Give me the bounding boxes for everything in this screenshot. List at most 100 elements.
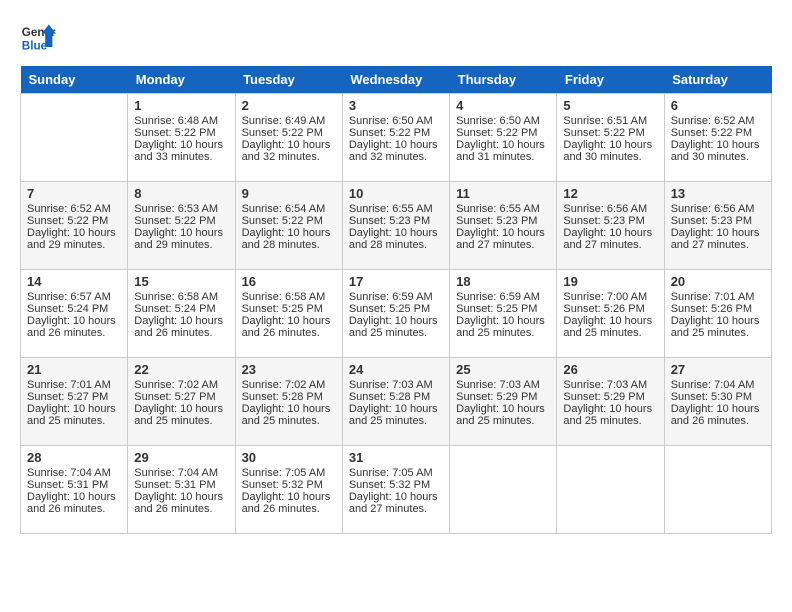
day-info: Sunset: 5:22 PM <box>456 127 550 139</box>
day-info: Sunset: 5:22 PM <box>242 127 336 139</box>
calendar-cell: 5Sunrise: 6:51 AMSunset: 5:22 PMDaylight… <box>557 94 664 182</box>
page-header: General Blue <box>20 20 772 56</box>
day-info: Sunrise: 7:04 AM <box>671 379 765 391</box>
day-info: Daylight: 10 hours <box>563 403 657 415</box>
day-info: Sunrise: 6:55 AM <box>456 203 550 215</box>
day-info: Sunset: 5:23 PM <box>456 215 550 227</box>
day-info: Sunset: 5:24 PM <box>27 303 121 315</box>
day-info: Sunset: 5:25 PM <box>242 303 336 315</box>
day-info: and 27 minutes. <box>349 503 443 515</box>
day-info: Sunrise: 6:56 AM <box>563 203 657 215</box>
day-info: Daylight: 10 hours <box>349 491 443 503</box>
day-info: Daylight: 10 hours <box>456 403 550 415</box>
day-info: Daylight: 10 hours <box>134 491 228 503</box>
day-info: and 27 minutes. <box>563 239 657 251</box>
day-info: and 26 minutes. <box>134 327 228 339</box>
calendar-cell: 29Sunrise: 7:04 AMSunset: 5:31 PMDayligh… <box>128 446 235 534</box>
day-info: Sunrise: 7:04 AM <box>134 467 228 479</box>
day-info: Sunset: 5:31 PM <box>134 479 228 491</box>
day-number: 28 <box>27 450 121 465</box>
day-info: Daylight: 10 hours <box>671 315 765 327</box>
day-info: Sunset: 5:28 PM <box>242 391 336 403</box>
day-info: Daylight: 10 hours <box>563 227 657 239</box>
day-info: Sunrise: 6:51 AM <box>563 115 657 127</box>
day-info: Daylight: 10 hours <box>456 139 550 151</box>
day-info: Sunrise: 7:03 AM <box>563 379 657 391</box>
day-info: and 27 minutes. <box>671 239 765 251</box>
day-number: 9 <box>242 186 336 201</box>
day-info: Sunset: 5:23 PM <box>349 215 443 227</box>
day-info: Sunrise: 6:56 AM <box>671 203 765 215</box>
day-number: 11 <box>456 186 550 201</box>
day-info: Daylight: 10 hours <box>27 491 121 503</box>
day-info: Sunrise: 6:53 AM <box>134 203 228 215</box>
day-info: Daylight: 10 hours <box>671 227 765 239</box>
day-info: Daylight: 10 hours <box>27 403 121 415</box>
calendar-cell: 2Sunrise: 6:49 AMSunset: 5:22 PMDaylight… <box>235 94 342 182</box>
day-number: 14 <box>27 274 121 289</box>
calendar-cell: 7Sunrise: 6:52 AMSunset: 5:22 PMDaylight… <box>21 182 128 270</box>
day-info: and 28 minutes. <box>349 239 443 251</box>
day-info: Sunrise: 6:50 AM <box>456 115 550 127</box>
day-number: 15 <box>134 274 228 289</box>
day-info: Daylight: 10 hours <box>349 227 443 239</box>
day-info: and 25 minutes. <box>563 327 657 339</box>
day-info: and 33 minutes. <box>134 151 228 163</box>
calendar-cell: 23Sunrise: 7:02 AMSunset: 5:28 PMDayligh… <box>235 358 342 446</box>
calendar-cell <box>450 446 557 534</box>
day-number: 18 <box>456 274 550 289</box>
day-info: and 25 minutes. <box>27 415 121 427</box>
day-number: 17 <box>349 274 443 289</box>
day-number: 13 <box>671 186 765 201</box>
day-info: Sunrise: 6:52 AM <box>27 203 121 215</box>
day-info: and 26 minutes. <box>27 327 121 339</box>
day-info: Sunrise: 6:58 AM <box>134 291 228 303</box>
calendar-cell: 19Sunrise: 7:00 AMSunset: 5:26 PMDayligh… <box>557 270 664 358</box>
day-info: Sunrise: 7:00 AM <box>563 291 657 303</box>
day-info: Sunset: 5:30 PM <box>671 391 765 403</box>
calendar-cell: 22Sunrise: 7:02 AMSunset: 5:27 PMDayligh… <box>128 358 235 446</box>
day-info: and 32 minutes. <box>242 151 336 163</box>
day-info: Sunset: 5:27 PM <box>134 391 228 403</box>
day-info: and 26 minutes. <box>134 503 228 515</box>
calendar-cell: 12Sunrise: 6:56 AMSunset: 5:23 PMDayligh… <box>557 182 664 270</box>
day-number: 31 <box>349 450 443 465</box>
day-info: Daylight: 10 hours <box>671 139 765 151</box>
calendar-cell: 9Sunrise: 6:54 AMSunset: 5:22 PMDaylight… <box>235 182 342 270</box>
day-number: 27 <box>671 362 765 377</box>
day-info: Daylight: 10 hours <box>349 315 443 327</box>
calendar-cell: 15 Sunrise: 6:58 AMSunset: 5:24 PMDayligh… <box>128 270 235 358</box>
calendar-cell <box>21 94 128 182</box>
day-info: Sunrise: 7:02 AM <box>134 379 228 391</box>
day-info: Sunset: 5:26 PM <box>671 303 765 315</box>
day-info: and 25 minutes. <box>456 327 550 339</box>
day-info: Sunset: 5:29 PM <box>563 391 657 403</box>
calendar-cell: 8Sunrise: 6:53 AMSunset: 5:22 PMDaylight… <box>128 182 235 270</box>
day-info: Sunset: 5:25 PM <box>349 303 443 315</box>
day-info: and 25 minutes. <box>456 415 550 427</box>
day-number: 3 <box>349 98 443 113</box>
day-info: Sunrise: 7:05 AM <box>242 467 336 479</box>
day-info: Daylight: 10 hours <box>563 139 657 151</box>
weekday-header-sunday: Sunday <box>21 66 128 94</box>
day-number: 26 <box>563 362 657 377</box>
weekday-header-thursday: Thursday <box>450 66 557 94</box>
day-info: Sunrise: 6:49 AM <box>242 115 336 127</box>
calendar-cell <box>664 446 771 534</box>
day-number: 7 <box>27 186 121 201</box>
day-info: and 25 minutes. <box>349 415 443 427</box>
day-info: Daylight: 10 hours <box>349 139 443 151</box>
day-info: Sunrise: 7:02 AM <box>242 379 336 391</box>
day-info: Daylight: 10 hours <box>134 315 228 327</box>
day-info: Sunset: 5:22 PM <box>671 127 765 139</box>
day-number: 12 <box>563 186 657 201</box>
day-info: Sunrise: 7:03 AM <box>456 379 550 391</box>
day-info: Daylight: 10 hours <box>242 403 336 415</box>
day-number: 4 <box>456 98 550 113</box>
day-info: and 26 minutes. <box>671 415 765 427</box>
day-info: Sunset: 5:22 PM <box>27 215 121 227</box>
day-info: Sunset: 5:24 PM <box>134 303 228 315</box>
day-info: Sunrise: 6:50 AM <box>349 115 443 127</box>
day-number: 21 <box>27 362 121 377</box>
day-info: and 31 minutes. <box>456 151 550 163</box>
